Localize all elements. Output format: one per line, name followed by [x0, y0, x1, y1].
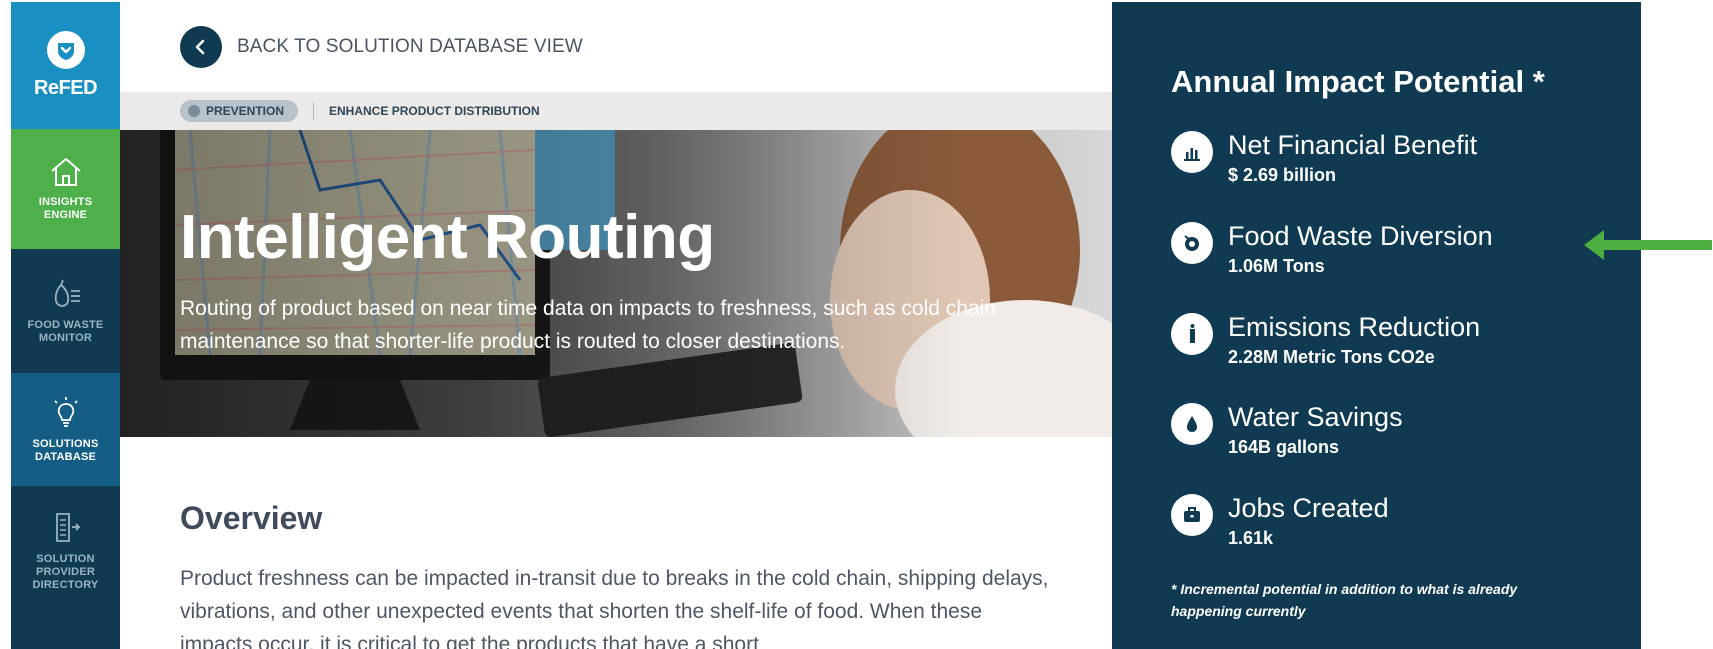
category-dot-icon — [188, 105, 200, 117]
hero-overlay — [120, 130, 1112, 437]
metric-value: 1.06M Tons — [1228, 256, 1325, 276]
lightbulb-icon — [53, 396, 78, 427]
subcategory-label[interactable]: ENHANCE PRODUCT DISTRIBUTION — [329, 104, 540, 118]
bar-chart-icon — [1171, 131, 1213, 173]
pear-list-icon — [54, 279, 80, 307]
sidebar: ReFED INSIGHTS ENGINE FOOD WASTE MONITOR — [11, 2, 120, 649]
smokestack-icon — [1171, 313, 1213, 355]
impact-footnote: * Incremental potential in addition to w… — [1171, 581, 1518, 619]
hero-banner: Intelligent Routing Routing of product b… — [120, 130, 1112, 437]
metric-emissions-reduction: Emissions Reduction 2.28M Metric Tons CO… — [1171, 311, 1480, 368]
overview-text: Product freshness can be impacted in-tra… — [180, 567, 1049, 649]
logo-text: ReFED — [33, 77, 98, 99]
metric-label: Food Waste Diversion — [1228, 221, 1493, 251]
metric-value: 1.61k — [1228, 528, 1274, 548]
impact-panel: Annual Impact Potential * Net Financial … — [1112, 2, 1641, 649]
sidebar-item-insights-engine[interactable]: INSIGHTS ENGINE — [11, 129, 120, 249]
solution-title: Intelligent Routing — [180, 203, 715, 272]
metric-food-waste-diversion: Food Waste Diversion 1.06M Tons — [1171, 220, 1493, 277]
sidebar-item-solutions-database[interactable]: SOLUTIONS DATABASE — [11, 373, 120, 486]
sidebar-item-label: INSIGHTS ENGINE — [38, 196, 93, 221]
sidebar-item-solution-provider-directory[interactable]: SOLUTION PROVIDER DIRECTORY — [11, 486, 120, 616]
category-badge[interactable]: PREVENTION — [180, 100, 299, 122]
metric-water-savings: Water Savings 164B gallons — [1171, 401, 1403, 458]
metric-net-financial-benefit: Net Financial Benefit $ 2.69 billion — [1171, 129, 1477, 186]
directory-icon — [55, 512, 80, 542]
back-link[interactable]: BACK TO SOLUTION DATABASE VIEW — [180, 26, 583, 68]
house-icon — [50, 158, 81, 186]
chevron-left-icon — [195, 39, 205, 55]
breadcrumb: PREVENTION ENHANCE PRODUCT DISTRIBUTION — [120, 92, 1112, 130]
category-label: PREVENTION — [206, 104, 285, 118]
metric-label: Emissions Reduction — [1228, 312, 1481, 342]
sidebar-item-label: SOLUTION PROVIDER DIRECTORY — [32, 552, 99, 591]
refed-logo[interactable]: ReFED — [11, 2, 120, 129]
overview-heading: Overview — [180, 500, 323, 536]
metric-jobs-created: Jobs Created 1.61k — [1171, 492, 1389, 549]
metric-value: 2.28M Metric Tons CO2e — [1228, 347, 1435, 367]
sidebar-item-label: FOOD WASTE MONITOR — [27, 319, 104, 344]
metric-label: Jobs Created — [1228, 493, 1389, 523]
sidebar-item-food-waste-monitor[interactable]: FOOD WASTE MONITOR — [11, 249, 120, 373]
logo-mark-icon — [46, 31, 85, 69]
highlight-arrow-icon — [1584, 230, 1712, 260]
water-drop-icon — [1171, 403, 1213, 445]
briefcase-icon — [1171, 494, 1213, 536]
breadcrumb-divider — [313, 102, 315, 120]
solution-description: Routing of product based on near time da… — [180, 297, 996, 353]
back-button[interactable] — [180, 26, 222, 68]
metric-value: 164B gallons — [1228, 437, 1340, 457]
metric-label: Water Savings — [1228, 402, 1403, 432]
metric-label: Net Financial Benefit — [1228, 130, 1478, 160]
app-frame: ReFED INSIGHTS ENGINE FOOD WASTE MONITOR — [11, 2, 1641, 649]
sidebar-item-label: SOLUTIONS DATABASE — [32, 437, 99, 463]
metric-value: $ 2.69 billion — [1228, 165, 1337, 185]
food-bowl-icon — [1171, 222, 1213, 264]
impact-panel-title: Annual Impact Potential * — [1171, 64, 1545, 99]
main-content: BACK TO SOLUTION DATABASE VIEW PREVENTIO… — [120, 2, 1112, 649]
back-label[interactable]: BACK TO SOLUTION DATABASE VIEW — [237, 36, 583, 58]
